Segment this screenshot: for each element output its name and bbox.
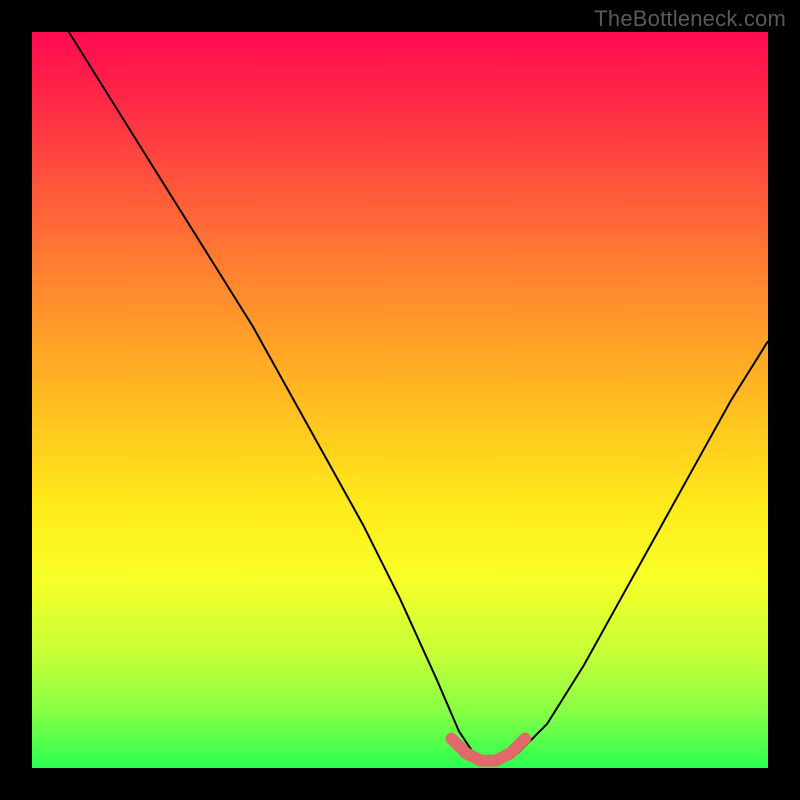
bottleneck-curve xyxy=(69,32,768,761)
chart-frame: TheBottleneck.com xyxy=(0,0,800,800)
plot-area xyxy=(32,32,768,768)
watermark-text: TheBottleneck.com xyxy=(594,6,786,32)
curve-svg xyxy=(32,32,768,768)
valley-highlight xyxy=(452,739,526,761)
